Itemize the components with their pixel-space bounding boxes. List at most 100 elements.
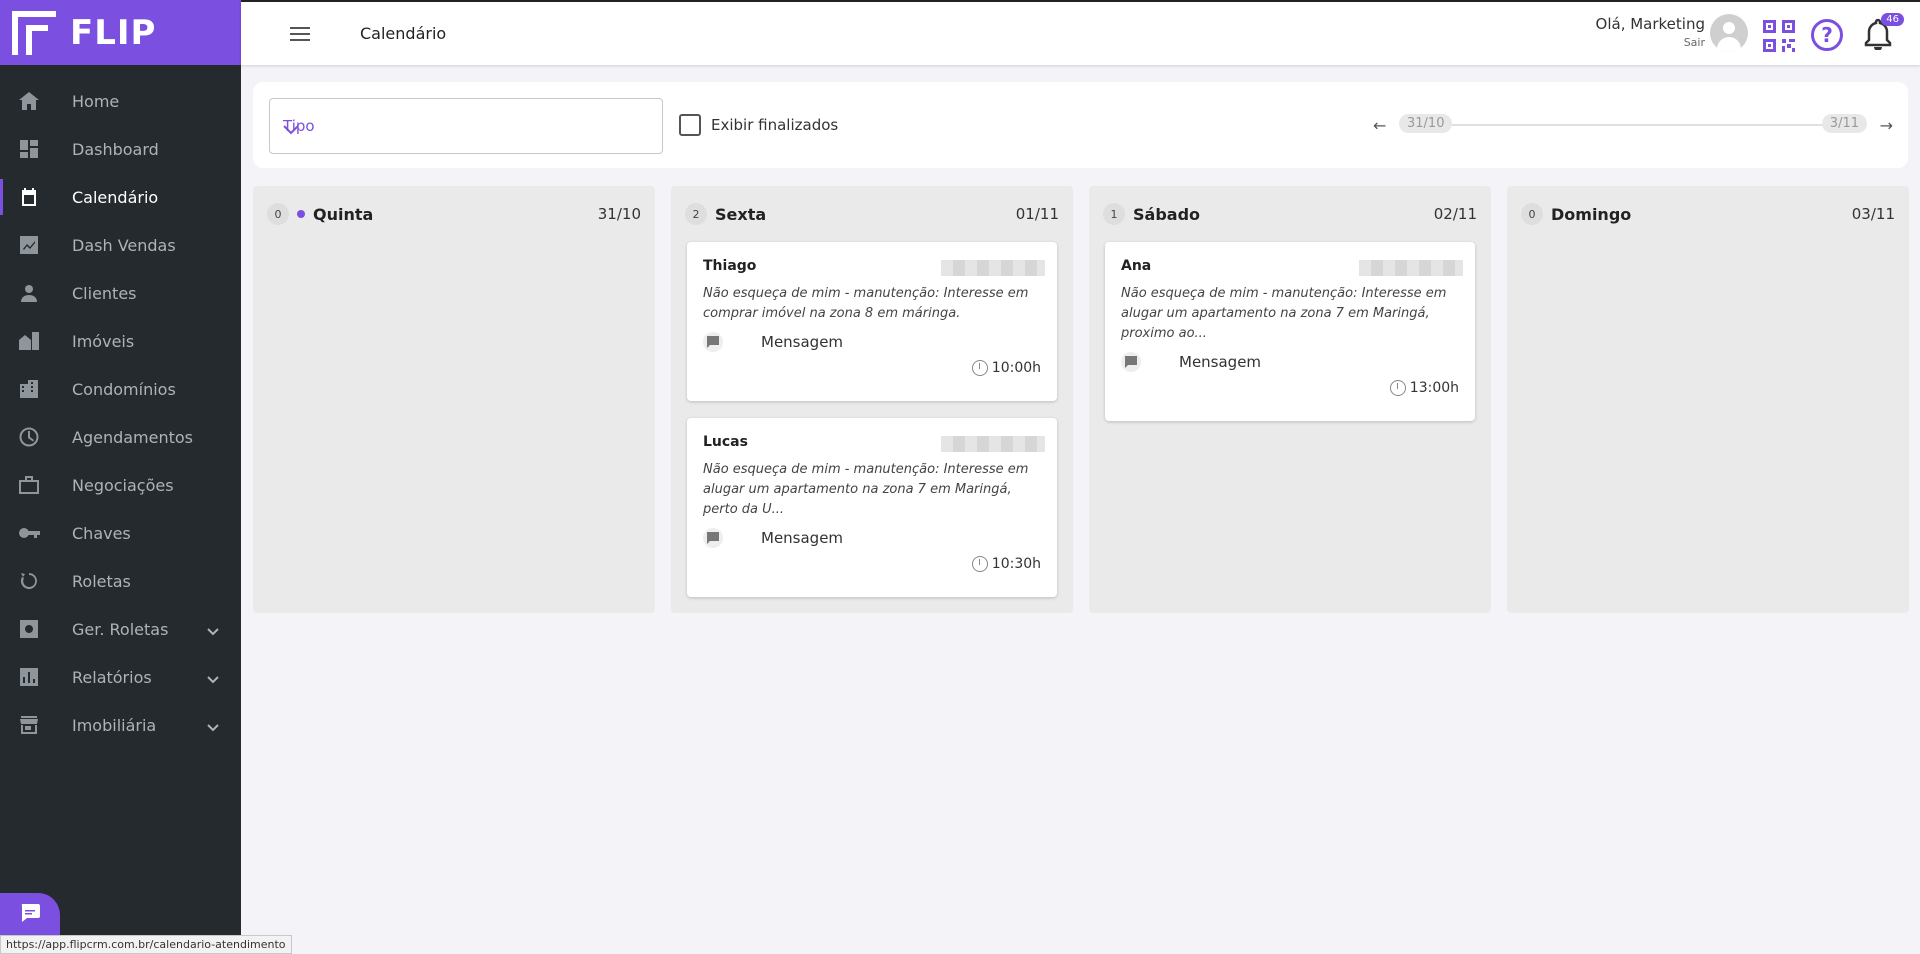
sidebar-item-agendamentos[interactable]: Agendamentos — [0, 413, 241, 461]
chevron-down-icon[interactable] — [207, 717, 219, 736]
arrow-right-icon[interactable]: → — [1880, 116, 1893, 135]
day-name: Quinta — [313, 204, 374, 224]
event-card[interactable]: Lucas Não esqueça de mim - manutenção: I… — [687, 418, 1057, 597]
date-range-slider[interactable]: ← 31/10 3/11 → — [1373, 114, 1893, 136]
day-date: 03/11 — [1851, 205, 1895, 223]
clock-icon — [971, 556, 988, 572]
brand[interactable]: FLIP — [0, 0, 241, 65]
day-column-quinta: 0 Quinta 31/10 — [253, 186, 655, 613]
range-track[interactable] — [1413, 124, 1853, 126]
clock-icon — [971, 360, 988, 376]
day-date: 02/11 — [1433, 205, 1477, 223]
chevron-down-icon[interactable] — [207, 621, 219, 640]
sidebar-item-dash-vendas[interactable]: Dash Vendas — [0, 221, 241, 269]
event-time: 13:00h — [1121, 380, 1459, 396]
checkbox-box[interactable] — [679, 114, 701, 136]
event-time: 10:00h — [703, 360, 1041, 376]
sidebar: FLIP Home Dashboard Calendário Dash Vend… — [0, 0, 241, 954]
roulette-icon — [18, 570, 40, 592]
event-count: 1 — [1103, 203, 1125, 225]
sidebar-item-label: Chaves — [72, 523, 131, 543]
clock-icon — [18, 426, 40, 448]
notification-badge: 46 — [1881, 13, 1904, 26]
day-column-domingo: 0 Domingo 03/11 — [1507, 186, 1909, 613]
calendar-icon — [18, 186, 40, 208]
day-date: 01/11 — [1015, 205, 1059, 223]
sidebar-item-label: Calendário — [72, 187, 159, 207]
greeting-text: Olá, Marketing — [1595, 15, 1705, 33]
event-count: 2 — [685, 203, 707, 225]
menu-icon[interactable] — [290, 27, 310, 41]
event-type: Mensagem — [703, 332, 1041, 352]
bar-report-icon — [18, 666, 40, 688]
store-icon — [18, 714, 40, 736]
sidebar-item-label: Home — [72, 91, 120, 111]
event-type: Mensagem — [703, 528, 1041, 548]
sidebar-item-calendario[interactable]: Calendário — [0, 173, 241, 221]
chevron-down-icon[interactable] — [207, 669, 219, 688]
sidebar-item-label: Dashboard — [72, 139, 159, 159]
sidebar-item-label: Roletas — [72, 571, 131, 591]
event-card[interactable]: Ana Não esqueça de mim - manutenção: Int… — [1105, 242, 1475, 421]
message-icon — [1121, 352, 1141, 372]
message-icon — [703, 332, 723, 352]
event-time: 10:30h — [703, 556, 1041, 572]
sidebar-item-clientes[interactable]: Clientes — [0, 269, 241, 317]
event-card[interactable]: Thiago Não esqueça de mim - manutenção: … — [687, 242, 1057, 401]
chart-icon — [18, 234, 40, 256]
message-icon — [703, 528, 723, 548]
sidebar-item-label: Imobiliária — [72, 715, 157, 735]
logout-link[interactable]: Sair — [1596, 36, 1705, 49]
event-description: Não esqueça de mim - manutenção: Interes… — [703, 286, 1029, 321]
event-type-label: Mensagem — [761, 529, 844, 547]
topbar: Calendário Olá, Marketing Sair ? 46 — [241, 0, 1920, 65]
qr-code-icon[interactable] — [1763, 20, 1795, 56]
sidebar-item-roletas[interactable]: Roletas — [0, 557, 241, 605]
chat-button[interactable] — [0, 893, 60, 937]
sidebar-item-label: Condomínios — [72, 379, 176, 399]
page-title: Calendário — [360, 24, 447, 43]
building-icon — [18, 330, 40, 352]
dashboard-icon — [18, 138, 40, 160]
sidebar-item-ger-roletas[interactable]: Ger. Roletas — [0, 605, 241, 653]
sidebar-item-chaves[interactable]: Chaves — [0, 509, 241, 557]
sidebar-item-imobiliaria[interactable]: Imobiliária — [0, 701, 241, 749]
day-name: Domingo — [1551, 204, 1632, 224]
show-finished-checkbox[interactable]: Exibir finalizados — [679, 114, 838, 136]
apartment-icon — [18, 378, 40, 400]
today-dot — [297, 210, 305, 218]
column-header: 2 Sexta 01/11 — [685, 202, 1059, 226]
event-type-label: Mensagem — [761, 333, 844, 351]
sidebar-item-condominios[interactable]: Condomínios — [0, 365, 241, 413]
sidebar-nav: Home Dashboard Calendário Dash Vendas Cl… — [0, 65, 241, 749]
column-header: 1 Sábado 02/11 — [1103, 202, 1477, 226]
help-icon[interactable]: ? — [1811, 19, 1843, 51]
day-column-sexta: 2 Sexta 01/11 Thiago Não esqueça de mim … — [671, 186, 1073, 613]
event-time-label: 10:30h — [991, 556, 1041, 572]
avatar[interactable] — [1710, 14, 1748, 52]
event-time-label: 10:00h — [991, 360, 1041, 376]
sidebar-item-dashboard[interactable]: Dashboard — [0, 125, 241, 173]
sidebar-item-imoveis[interactable]: Imóveis — [0, 317, 241, 365]
chat-icon — [19, 903, 41, 927]
sidebar-item-label: Clientes — [72, 283, 137, 303]
sidebar-item-home[interactable]: Home — [0, 77, 241, 125]
range-start[interactable]: 31/10 — [1399, 114, 1453, 133]
range-end[interactable]: 3/11 — [1821, 114, 1867, 133]
type-select[interactable]: Tipo — [269, 98, 663, 154]
redacted-phone — [941, 260, 1045, 276]
event-time-label: 13:00h — [1409, 380, 1459, 396]
column-header: 0 Domingo 03/11 — [1521, 202, 1895, 226]
day-name: Sexta — [715, 204, 767, 224]
briefcase-icon — [18, 474, 40, 496]
home-icon — [18, 90, 40, 112]
person-icon — [18, 282, 40, 304]
sidebar-item-label: Ger. Roletas — [72, 619, 169, 639]
settings-box-icon — [18, 618, 40, 640]
chevron-down-icon — [283, 121, 640, 139]
arrow-left-icon[interactable]: ← — [1373, 116, 1386, 135]
sidebar-item-relatorios[interactable]: Relatórios — [0, 653, 241, 701]
event-type: Mensagem — [1121, 352, 1459, 372]
sidebar-item-negociacoes[interactable]: Negociações — [0, 461, 241, 509]
show-finished-label: Exibir finalizados — [711, 116, 839, 134]
